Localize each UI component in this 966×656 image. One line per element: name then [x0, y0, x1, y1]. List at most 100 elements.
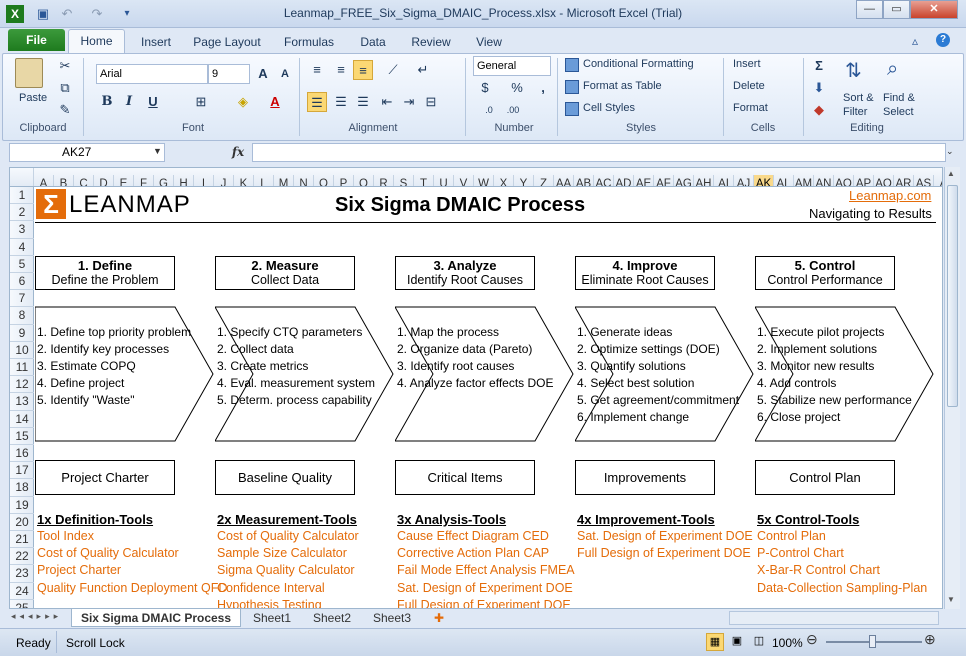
tool-link[interactable]: Confidence Interval	[217, 581, 325, 595]
align-middle-icon[interactable]: ≡	[331, 60, 351, 80]
column-header[interactable]: AL	[774, 175, 794, 186]
column-header[interactable]: Y	[514, 175, 534, 186]
tab-review[interactable]: Review	[408, 32, 454, 53]
align-bottom-icon[interactable]: ≡	[353, 60, 373, 80]
tool-link[interactable]: Fail Mode Effect Analysis FMEA	[397, 563, 575, 577]
column-header[interactable]: V	[454, 175, 474, 186]
column-header[interactable]: J	[214, 175, 234, 186]
sheet-tab[interactable]: Sheet2	[305, 609, 359, 627]
shrink-font-icon[interactable]: A	[275, 64, 295, 84]
font-color-icon[interactable]: A	[265, 92, 285, 112]
column-header[interactable]: Z	[534, 175, 554, 186]
row-header[interactable]: 3	[10, 221, 34, 239]
format-as-table-button[interactable]: Format as Table	[583, 80, 662, 92]
comma-style-icon[interactable]: ,	[533, 78, 553, 98]
page-break-view-icon[interactable]: ◫	[750, 633, 768, 651]
column-header[interactable]: AJ	[734, 175, 754, 186]
fill-color-icon[interactable]: ◈	[233, 92, 253, 112]
row-header[interactable]: 6	[10, 273, 34, 291]
row-header[interactable]: 7	[10, 290, 34, 308]
sheet-tab[interactable]: Sheet1	[245, 609, 299, 627]
percent-icon[interactable]: %	[507, 78, 527, 98]
column-header[interactable]: Q	[354, 175, 374, 186]
scroll-down-icon[interactable]: ▼	[947, 595, 955, 604]
row-header[interactable]: 8	[10, 307, 34, 325]
maximize-button[interactable]: ▭	[883, 0, 910, 19]
italic-icon[interactable]: I	[119, 92, 139, 112]
row-header[interactable]: 2	[10, 204, 34, 222]
tools-title[interactable]: 1x Definition-Tools	[37, 512, 153, 527]
find-button[interactable]: Find &	[883, 92, 915, 104]
column-header[interactable]: E	[114, 175, 134, 186]
column-header[interactable]: H	[174, 175, 194, 186]
row-header[interactable]: 19	[10, 497, 34, 514]
paste-icon[interactable]	[15, 58, 43, 88]
delete-cells-button[interactable]: Delete	[733, 80, 765, 92]
leanmap-link[interactable]: Leanmap.com	[849, 188, 931, 203]
row-header[interactable]: 24	[10, 583, 34, 600]
column-header[interactable]: C	[74, 175, 94, 186]
scroll-up-icon[interactable]: ▲	[947, 169, 955, 178]
filter-button[interactable]: Filter	[843, 106, 867, 118]
column-header[interactable]: A	[34, 175, 54, 186]
vertical-scrollbar[interactable]: ▲ ▼	[944, 167, 960, 609]
tool-link[interactable]: Data-Collection Sampling-Plan	[757, 581, 927, 595]
increase-indent-icon[interactable]: ⇥	[399, 92, 419, 112]
row-header[interactable]: 23	[10, 565, 34, 583]
column-header[interactable]: AM	[794, 175, 814, 186]
tool-link[interactable]: Cost of Quality Calculator	[217, 529, 359, 543]
column-header[interactable]: U	[434, 175, 454, 186]
worksheet-grid[interactable]: A B C D E F G H I J K L M N O P Q R S T U V W X Y Z AA AB AC AD AE AF AG…	[9, 167, 943, 609]
row-header[interactable]: 17	[10, 462, 34, 480]
column-header[interactable]: P	[334, 175, 354, 186]
zoom-out-icon[interactable]: ⊖	[806, 631, 818, 648]
column-header[interactable]: AP	[854, 175, 874, 186]
currency-icon[interactable]: $	[475, 78, 495, 98]
column-header[interactable]: D	[94, 175, 114, 186]
column-header[interactable]: AQ	[874, 175, 894, 186]
align-right-icon[interactable]: ☰	[353, 92, 373, 112]
tool-link[interactable]: Tool Index	[37, 529, 94, 543]
tab-view[interactable]: View	[470, 32, 508, 53]
column-header[interactable]: O	[314, 175, 334, 186]
scroll-thumb[interactable]	[947, 185, 958, 407]
decrease-indent-icon[interactable]: ⇤	[377, 92, 397, 112]
tool-link[interactable]: Sample Size Calculator	[217, 546, 347, 560]
tab-home[interactable]: Home	[68, 29, 125, 54]
borders-icon[interactable]: ⊞	[191, 92, 211, 112]
font-size-select[interactable]: 9	[208, 64, 250, 84]
tool-link[interactable]: P-Control Chart	[757, 546, 844, 560]
tool-link[interactable]: Sat. Design of Experiment DOE	[397, 581, 573, 595]
column-header[interactable]: AS	[914, 175, 934, 186]
column-header[interactable]: AO	[834, 175, 854, 186]
tool-link[interactable]: Full Design of Experiment DOE	[577, 546, 751, 560]
normal-view-icon[interactable]: ▦	[706, 633, 724, 651]
column-header[interactable]: M	[274, 175, 294, 186]
font-name-select[interactable]: Arial	[96, 64, 208, 84]
row-header[interactable]: 5	[10, 256, 34, 273]
zoom-slider-handle[interactable]	[869, 635, 876, 648]
minimize-button[interactable]: —	[856, 0, 883, 19]
copy-icon[interactable]: ⧉	[55, 78, 75, 98]
tab-insert[interactable]: Insert	[136, 32, 176, 53]
row-header[interactable]: 12	[10, 376, 34, 394]
sheet-tab-active[interactable]: Six Sigma DMAIC Process	[71, 609, 241, 627]
bold-icon[interactable]: B	[97, 92, 117, 112]
tool-link[interactable]: Cost of Quality Calculator	[37, 546, 179, 560]
fill-icon[interactable]: ⬇	[809, 78, 829, 98]
row-header[interactable]: 9	[10, 325, 34, 342]
formula-input[interactable]	[252, 143, 946, 162]
insert-cells-button[interactable]: Insert	[733, 58, 761, 70]
row-header[interactable]: 4	[10, 239, 34, 256]
column-header[interactable]: A	[934, 175, 942, 186]
tool-link[interactable]: Control Plan	[757, 529, 826, 543]
conditional-formatting-button[interactable]: Conditional Formatting	[583, 58, 694, 70]
column-header[interactable]: AH	[694, 175, 714, 186]
row-header[interactable]: 20	[10, 514, 34, 531]
expand-formula-bar-icon[interactable]: ⌄	[946, 146, 954, 157]
row-header[interactable]: 15	[10, 428, 34, 445]
ribbon-minimize-icon[interactable]: ▵	[912, 34, 918, 48]
column-header[interactable]: F	[134, 175, 154, 186]
row-header[interactable]: 22	[10, 548, 34, 566]
column-header[interactable]: AE	[634, 175, 654, 186]
